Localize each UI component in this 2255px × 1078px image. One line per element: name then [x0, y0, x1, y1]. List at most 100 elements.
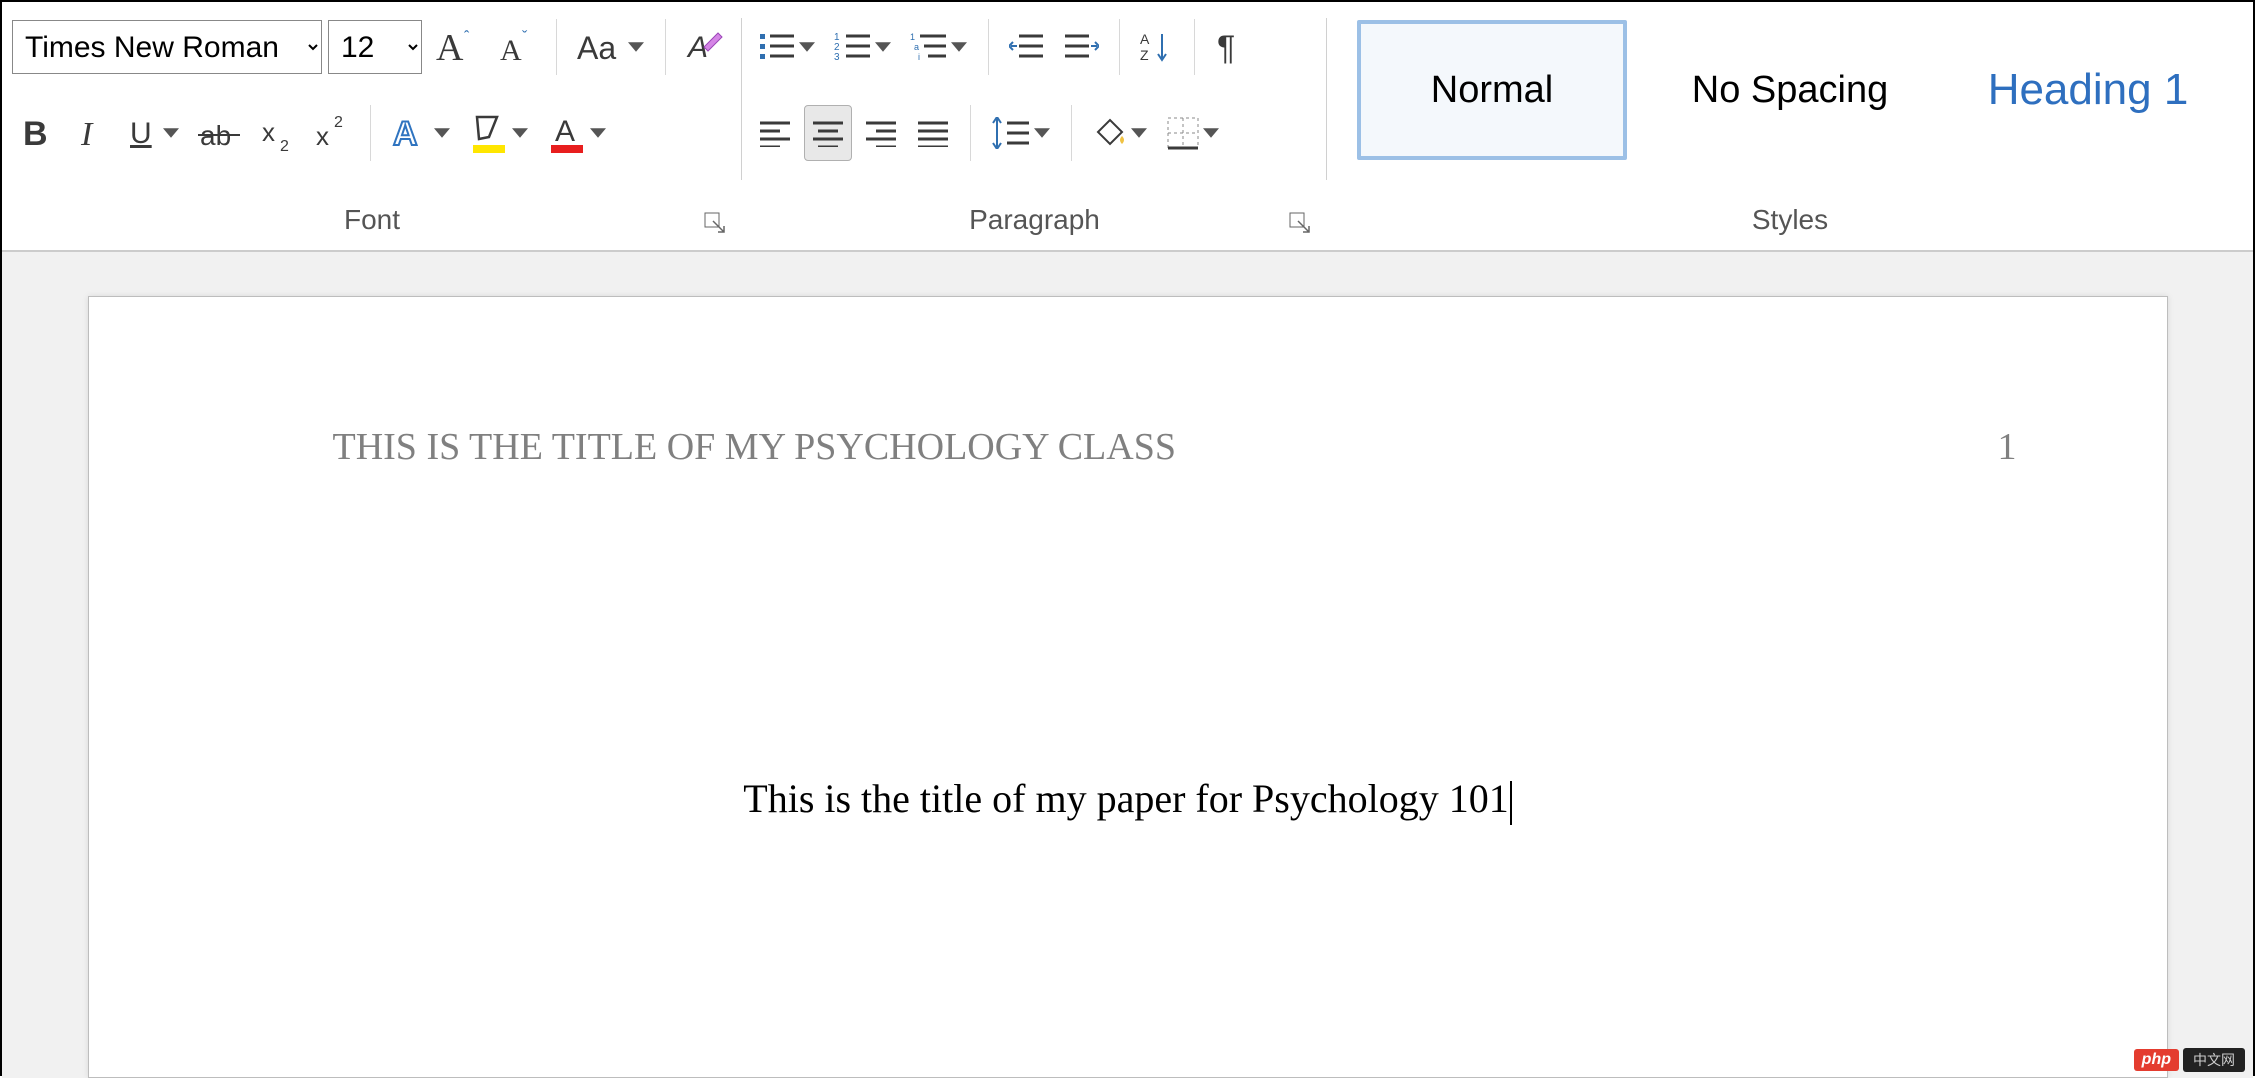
- chevron-down-icon: [1033, 128, 1051, 138]
- shrink-font-button[interactable]: Aˇ: [488, 17, 542, 77]
- chevron-down-icon: [162, 128, 180, 138]
- bold-button[interactable]: B: [12, 103, 60, 163]
- line-spacing-button[interactable]: [985, 103, 1057, 163]
- svg-text:1: 1: [910, 32, 915, 42]
- svg-text:Aa: Aa: [577, 30, 616, 66]
- svg-text:2: 2: [280, 138, 289, 153]
- increase-indent-icon: [1063, 32, 1099, 62]
- show-hide-marks-button[interactable]: ¶: [1209, 19, 1251, 75]
- svg-text:A: A: [555, 115, 575, 148]
- group-styles: Normal No Spacing Heading 1 Styles: [1327, 2, 2253, 250]
- justify-icon: [916, 119, 950, 147]
- paint-bucket-icon: [1092, 116, 1128, 150]
- borders-button[interactable]: [1160, 103, 1226, 163]
- separator: [988, 19, 989, 75]
- group-paragraph: 123 1ai AZ: [742, 2, 1327, 250]
- text-cursor: [1510, 781, 1512, 825]
- change-case-button[interactable]: Aa: [571, 17, 651, 77]
- multilevel-list-button[interactable]: 1ai: [904, 17, 974, 77]
- separator: [1119, 19, 1120, 75]
- svg-text:ˆ: ˆ: [464, 29, 470, 46]
- highlight-icon: [469, 111, 509, 155]
- chevron-down-icon: [950, 42, 968, 52]
- style-heading-1[interactable]: Heading 1: [1953, 20, 2223, 160]
- separator: [665, 19, 666, 75]
- svg-text:ˇ: ˇ: [522, 29, 528, 46]
- align-right-button[interactable]: [858, 105, 904, 161]
- svg-text:U: U: [130, 117, 152, 150]
- font-name-select[interactable]: Times New Roman: [12, 20, 322, 74]
- clear-formatting-button[interactable]: A: [680, 17, 732, 77]
- svg-text:A: A: [1140, 31, 1150, 47]
- group-label-styles: Styles: [1752, 204, 1828, 236]
- body-text: This is the title of my paper for Psycho…: [743, 776, 1508, 821]
- separator: [556, 19, 557, 75]
- style-label: Normal: [1431, 69, 1553, 112]
- chevron-down-icon: [433, 128, 451, 138]
- align-center-button[interactable]: [804, 105, 852, 161]
- font-size-select[interactable]: 12: [328, 20, 422, 74]
- bullets-button[interactable]: [752, 17, 822, 77]
- separator: [370, 105, 371, 161]
- align-left-icon: [758, 119, 792, 147]
- separator: [1194, 19, 1195, 75]
- sort-icon: AZ: [1140, 30, 1174, 64]
- svg-text:A: A: [500, 34, 522, 67]
- bold-icon: B: [19, 113, 53, 153]
- paragraph-dialog-launcher[interactable]: [1289, 212, 1311, 234]
- increase-indent-button[interactable]: [1057, 19, 1105, 75]
- group-label-font: Font: [344, 204, 400, 236]
- svg-text:3: 3: [834, 52, 840, 63]
- font-color-button[interactable]: A: [541, 103, 613, 163]
- style-no-spacing[interactable]: No Spacing: [1655, 20, 1925, 160]
- grow-font-icon: Aˆ: [434, 26, 476, 68]
- chevron-down-icon: [511, 128, 529, 138]
- multilevel-list-icon: 1ai: [910, 30, 948, 64]
- chevron-down-icon: [874, 42, 892, 52]
- separator: [1071, 105, 1072, 161]
- grow-font-button[interactable]: Aˆ: [428, 17, 482, 77]
- document-area: THIS IS THE TITLE OF MY PSYCHOLOGY CLASS…: [2, 252, 2253, 1078]
- sort-button[interactable]: AZ: [1134, 19, 1180, 75]
- numbering-icon: 123: [834, 30, 872, 64]
- page-header: THIS IS THE TITLE OF MY PSYCHOLOGY CLASS…: [333, 425, 2017, 469]
- justify-button[interactable]: [910, 105, 956, 161]
- separator: [970, 105, 971, 161]
- font-dialog-launcher[interactable]: [704, 212, 726, 234]
- align-left-button[interactable]: [752, 105, 798, 161]
- decrease-indent-button[interactable]: [1003, 19, 1051, 75]
- strikethrough-button[interactable]: ab: [192, 103, 248, 163]
- shrink-font-icon: Aˇ: [494, 26, 536, 68]
- ribbon: Times New Roman 12 Aˆ Aˇ: [2, 2, 2253, 252]
- change-case-icon: Aa: [577, 27, 625, 67]
- style-label: Heading 1: [1988, 65, 2189, 115]
- underline-icon: U: [126, 113, 160, 153]
- subscript-button[interactable]: x2: [254, 103, 302, 163]
- svg-text:A: A: [393, 115, 418, 153]
- shading-button[interactable]: [1086, 103, 1154, 163]
- group-label-paragraph: Paragraph: [969, 204, 1100, 236]
- superscript-button[interactable]: x2: [308, 103, 356, 163]
- chevron-down-icon: [798, 42, 816, 52]
- numbering-button[interactable]: 123: [828, 17, 898, 77]
- document-body[interactable]: This is the title of my paper for Psycho…: [89, 775, 2167, 825]
- text-effects-icon: A: [391, 113, 431, 153]
- running-head-text: THIS IS THE TITLE OF MY PSYCHOLOGY CLASS: [333, 425, 1176, 469]
- italic-icon: I: [75, 113, 105, 153]
- italic-button[interactable]: I: [66, 103, 114, 163]
- align-right-icon: [864, 119, 898, 147]
- svg-text:I: I: [80, 116, 94, 153]
- chevron-down-icon: [627, 42, 645, 52]
- text-effects-button[interactable]: A: [385, 103, 457, 163]
- chevron-down-icon: [1130, 128, 1148, 138]
- page[interactable]: THIS IS THE TITLE OF MY PSYCHOLOGY CLASS…: [88, 296, 2168, 1078]
- chevron-down-icon: [589, 128, 607, 138]
- decrease-indent-icon: [1009, 32, 1045, 62]
- style-normal[interactable]: Normal: [1357, 20, 1627, 160]
- highlight-button[interactable]: [463, 103, 535, 163]
- svg-text:a: a: [914, 42, 919, 52]
- underline-button[interactable]: U: [120, 103, 186, 163]
- svg-text:i: i: [918, 52, 920, 62]
- clear-formatting-icon: A: [686, 27, 726, 67]
- font-color-icon: A: [547, 111, 587, 155]
